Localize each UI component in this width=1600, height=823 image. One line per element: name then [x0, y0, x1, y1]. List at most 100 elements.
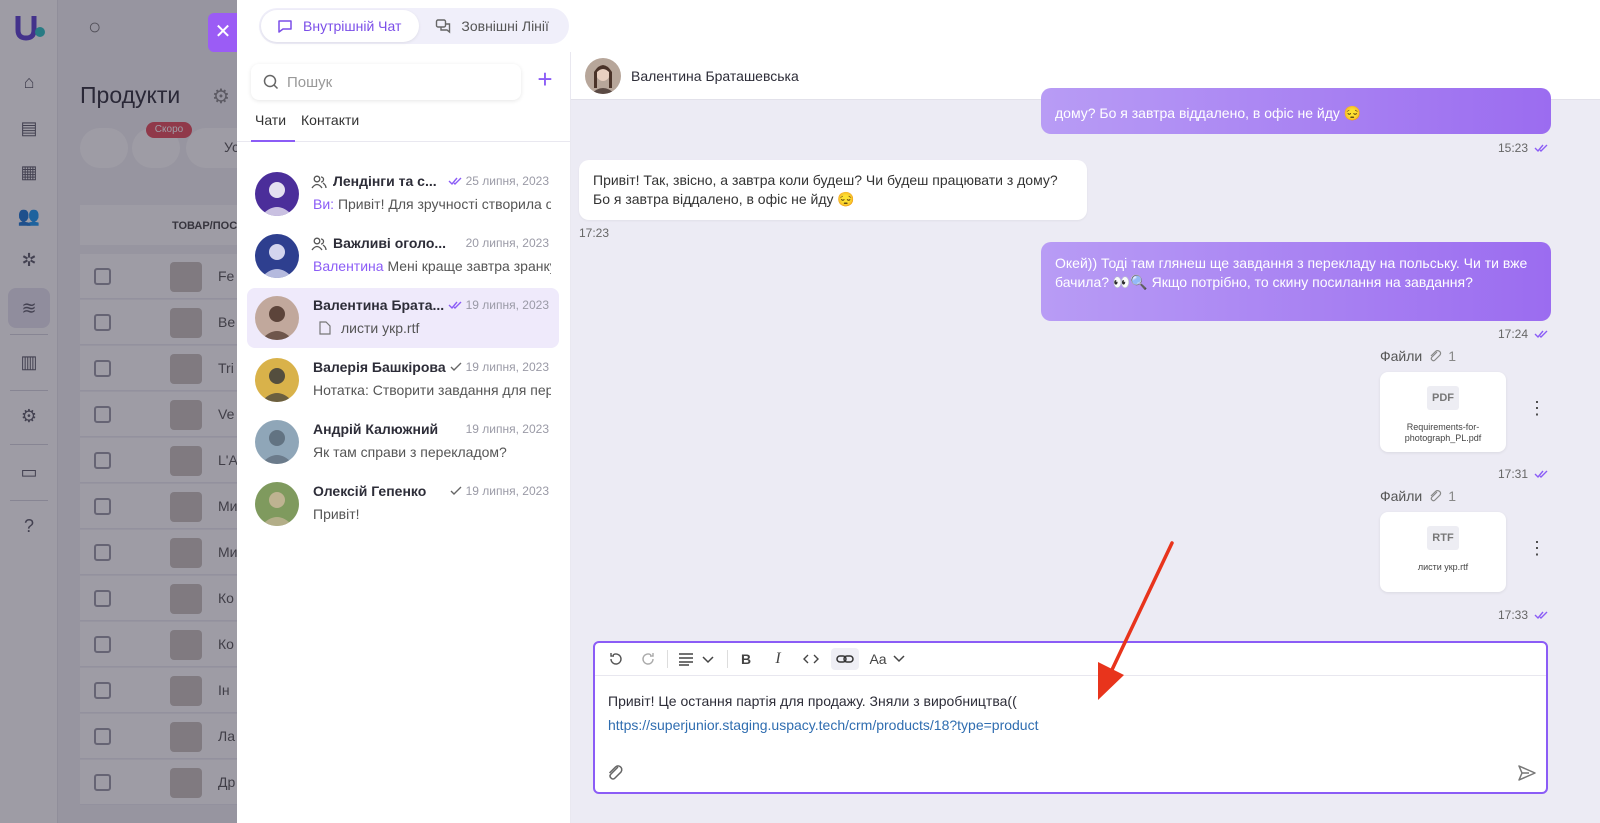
double-check-icon	[1534, 470, 1548, 479]
send-icon[interactable]	[1517, 763, 1537, 783]
double-check-icon	[448, 177, 462, 186]
chat-date-text: 19 липня, 2023	[465, 422, 549, 436]
file-card-rtf[interactable]: RTF листи укр.rtf	[1380, 512, 1506, 592]
tab-internal-chat[interactable]: Внутрішній Чат	[261, 10, 420, 42]
chat-preview: Валентина Мені краще завтра зранку	[313, 258, 551, 274]
close-chat-button[interactable]: ✕	[208, 13, 238, 52]
chat-date: 20 липня, 2023	[466, 236, 549, 250]
code-icon[interactable]	[799, 648, 823, 670]
message-bubble-outgoing[interactable]: Окей)) Тоді там глянеш ще завдання з пер…	[1041, 242, 1551, 321]
files-label: Файли 1	[1380, 348, 1456, 364]
chat-preview-text: Мені краще завтра зранку	[383, 258, 551, 274]
tab-chats[interactable]: Чати	[251, 112, 295, 142]
chat-list-item[interactable]: Важливі оголо... 20 липня, 2023 Валентина …	[247, 226, 559, 286]
contact-name: Валентина Браташевська	[631, 68, 799, 84]
double-check-icon	[1534, 330, 1548, 339]
bold-button[interactable]: B	[735, 648, 757, 670]
composer-editor[interactable]: Привіт! Це остання партія для продажу. З…	[608, 689, 1039, 737]
link-icon[interactable]	[831, 648, 859, 670]
contact-avatar[interactable]	[585, 58, 621, 94]
chat-date-text: 19 липня, 2023	[465, 360, 549, 374]
file-type-badge: RTF	[1427, 526, 1459, 550]
chat-avatar	[255, 482, 299, 526]
message-text: Окей)) Тоді там глянеш ще завдання з пер…	[1055, 255, 1528, 290]
tab-internal-chat-label: Внутрішній Чат	[303, 18, 402, 34]
conversation-area: Валентина Браташевська дому? Бо я завтра…	[571, 52, 1600, 823]
chat-list-item[interactable]: Олексій Гепенко 19 липня, 2023 Привіт!	[247, 474, 559, 534]
font-size-label: Aa	[869, 651, 887, 667]
message-time-text: 17:24	[1498, 327, 1529, 341]
group-icon	[311, 175, 327, 189]
message-time-text: 17:23	[579, 226, 610, 240]
file-name: листи укр.rtf	[1417, 562, 1469, 572]
paperclip-icon	[1430, 490, 1442, 502]
message-text: Привіт! Так, звісно, а завтра коли будеш…	[593, 172, 1058, 207]
search-input[interactable]	[287, 73, 507, 91]
search-icon	[263, 74, 279, 90]
files-label-text: Файли	[1380, 348, 1423, 364]
group-icon	[311, 237, 327, 251]
attach-paperclip-icon[interactable]	[605, 763, 625, 783]
chat-list-item[interactable]: Валерія Башкірова 19 липня, 2023 Нотатка: …	[247, 350, 559, 410]
double-check-icon	[448, 301, 462, 310]
files-label-text: Файли	[1380, 488, 1423, 504]
align-left-icon	[679, 653, 714, 666]
chat-preview: Привіт!	[313, 506, 551, 522]
chat-name: Олексій Гепенко	[313, 483, 427, 499]
file-menu-kebab-icon[interactable]: ⋮	[1528, 398, 1546, 418]
composer-link[interactable]: https://superjunior.staging.uspacy.tech/…	[608, 717, 1039, 733]
new-chat-button[interactable]: +	[533, 66, 557, 92]
tab-external-lines[interactable]: Зовнішні Лінії	[419, 10, 567, 42]
composer-text-line: Привіт! Це остання партія для продажу. З…	[608, 693, 1017, 709]
chat-preview: Ви: Привіт! Для зручності створила о	[313, 196, 551, 212]
file-card-pdf[interactable]: PDF Requirements-for-photograph_PL.pdf	[1380, 372, 1506, 452]
tab-contacts[interactable]: Контакти	[301, 112, 359, 142]
double-check-icon	[1534, 611, 1548, 620]
message-composer: B I Aa Привіт! Це остання партія для про…	[593, 641, 1548, 794]
italic-button[interactable]: I	[767, 648, 789, 670]
chat-date: 19 липня, 2023	[450, 360, 549, 374]
message-time: 17:33	[1498, 608, 1548, 622]
chat-preview: Нотатка: Створити завдання для пер	[313, 382, 551, 398]
file-menu-kebab-icon[interactable]: ⋮	[1528, 538, 1546, 558]
chat-avatar	[255, 234, 299, 278]
chat-date: 19 липня, 2023	[448, 298, 549, 312]
files-label: Файли 1	[1380, 488, 1456, 504]
message-time-text: 15:23	[1498, 141, 1529, 155]
message-time: 17:23	[579, 226, 609, 240]
double-check-icon	[1534, 144, 1548, 153]
chat-date-text: 19 липня, 2023	[465, 298, 549, 312]
chat-preview-text: Привіт! Для зручності створила о	[334, 196, 551, 212]
chat-date: 19 липня, 2023	[466, 422, 549, 436]
chat-mode-tabs: Внутрішній Чат Зовнішні Лінії	[259, 8, 569, 44]
files-count: 1	[1448, 348, 1457, 364]
chat-date: 19 липня, 2023	[450, 484, 549, 498]
font-size-dropdown[interactable]: Aa	[865, 648, 909, 670]
redo-icon[interactable]	[637, 648, 659, 670]
editor-toolbar: B I Aa	[595, 643, 1546, 676]
tab-external-lines-label: Зовнішні Лінії	[461, 18, 549, 34]
undo-icon[interactable]	[605, 648, 627, 670]
check-icon	[450, 362, 462, 371]
chat-preview-author: Валентина	[313, 258, 384, 274]
chat-name: Андрій Калюжний	[313, 421, 439, 437]
chat-date: 25 липня, 2023	[448, 174, 549, 188]
files-count: 1	[1448, 488, 1457, 504]
message-bubble-outgoing[interactable]: дому? Бо я завтра віддалено, в офіс не й…	[1041, 88, 1551, 134]
chat-list-item[interactable]: Андрій Калюжний 19 липня, 2023 Як там спра…	[247, 412, 559, 472]
chat-search	[251, 64, 521, 100]
chat-name: Валентина Брата...	[313, 297, 445, 313]
chat-list-column: + Чати Контакти Лендінги та с... 25 липня…	[237, 52, 571, 823]
chat-avatar	[255, 296, 299, 340]
message-bubble-incoming[interactable]: Привіт! Так, звісно, а завтра коли будеш…	[579, 160, 1087, 220]
chat-list-item[interactable]: Валентина Брата... 19 липня, 2023 листи ук…	[247, 288, 559, 348]
chevron-down-icon	[893, 655, 905, 663]
chat-preview: Як там справи з перекладом?	[313, 444, 551, 460]
file-type-badge: PDF	[1427, 386, 1459, 410]
chat-avatar	[255, 172, 299, 216]
message-time: 17:31	[1498, 467, 1548, 481]
chat-name: Лендінги та с...	[333, 173, 437, 189]
chat-date-text: 20 липня, 2023	[465, 236, 549, 250]
chat-list-item[interactable]: Лендінги та с... 25 липня, 2023 Ви: Привіт…	[247, 164, 559, 224]
align-dropdown[interactable]	[675, 648, 719, 670]
